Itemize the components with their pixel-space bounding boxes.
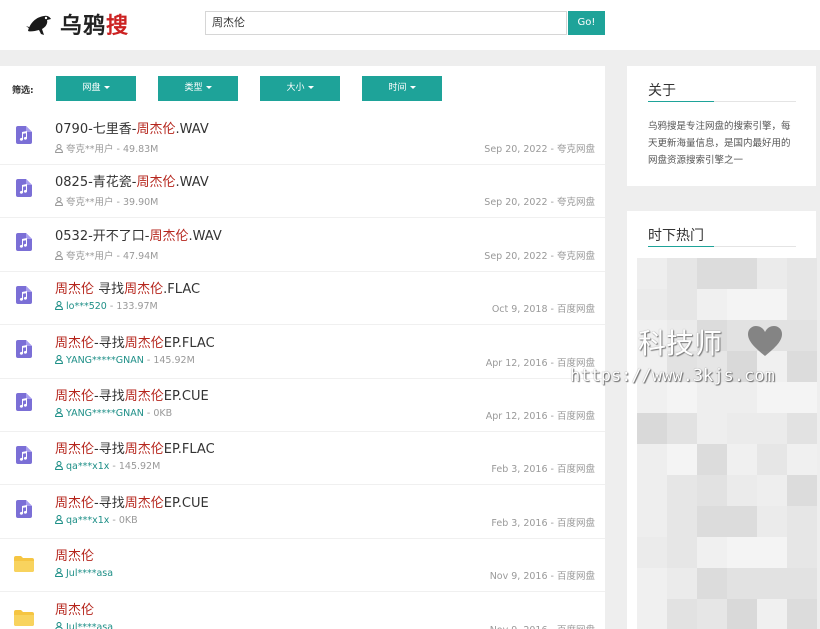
result-title-link[interactable]: 0532-开不了口-周杰伦.WAV: [55, 225, 222, 244]
result-title-link[interactable]: 0825-青花瓷-周杰伦.WAV: [55, 171, 209, 190]
uploader-name: 夸克**用户: [66, 250, 114, 262]
result-meta: 夸克**用户 - 49.83M: [55, 141, 158, 155]
hot-title: 时下热门: [648, 228, 704, 244]
result-row[interactable]: 周杰伦-寻找周杰伦EP.FLAC YANG*****GNAN - 145.92M A…: [0, 326, 605, 379]
music-file-icon: [16, 446, 32, 465]
uploader-name: Jul****asa: [66, 621, 114, 629]
file-size: 49.83M: [122, 144, 159, 155]
filter-size-button[interactable]: 大小: [260, 76, 340, 101]
crow-logo-icon: [26, 15, 51, 36]
result-row[interactable]: 周杰伦 Jul****asa Nov 9, 2016 - 百度网盘: [0, 593, 605, 629]
result-title-link[interactable]: 周杰伦 寻找周杰伦.FLAC: [55, 278, 200, 297]
result-row[interactable]: 周杰伦-寻找周杰伦EP.FLAC qa***x1x - 145.92M Feb 3,…: [0, 432, 605, 486]
result-meta: lo***520 - 133.97M: [55, 301, 158, 312]
filter-type-button[interactable]: 类型: [158, 76, 238, 101]
result-row[interactable]: 0825-青花瓷-周杰伦.WAV 夸克**用户 - 39.90M Sep 20, 2…: [0, 165, 605, 219]
filter-time-button[interactable]: 时间: [362, 76, 442, 101]
result-date: Apr 12, 2016 - 百度网盘: [485, 411, 595, 422]
site-logo[interactable]: 乌鸦搜: [24, 8, 129, 40]
result-title-link[interactable]: 0790-七里香-周杰伦.WAV: [55, 118, 209, 137]
caret-down-icon: [103, 86, 110, 89]
result-row[interactable]: 周杰伦-寻找周杰伦EP.CUE YANG*****GNAN - 0KB Apr 12…: [0, 379, 605, 432]
file-size: 0KB: [153, 408, 173, 419]
caret-down-icon: [409, 86, 416, 89]
file-size: 47.94M: [122, 250, 159, 262]
divider: [648, 101, 796, 102]
filter-netdisk-button[interactable]: 网盘: [56, 76, 136, 101]
file-size: 145.92M: [153, 354, 195, 366]
result-title-link[interactable]: 周杰伦-寻找周杰伦EP.FLAC: [55, 438, 215, 457]
result-row[interactable]: 0532-开不了口-周杰伦.WAV 夸克**用户 - 47.94M Sep 20, …: [0, 219, 605, 272]
result-date: Nov 9, 2016 - 百度网盘: [490, 622, 595, 629]
watermark-text: 科技师: [638, 327, 723, 360]
divider: [648, 246, 796, 247]
music-file-icon: [16, 232, 32, 251]
result-meta: 夸克**用户 - 39.90M: [55, 194, 158, 208]
caret-down-icon: [307, 86, 314, 89]
uploader-name: lo***520: [66, 301, 107, 313]
uploader-name: 夸克**用户: [66, 144, 114, 155]
music-file-icon: [16, 126, 32, 144]
result-row[interactable]: 周杰伦-寻找周杰伦EP.CUE qa***x1x - 0KB Feb 3, 2016…: [0, 486, 605, 539]
logo-text: 乌鸦搜: [60, 14, 130, 39]
result-date: Sep 20, 2022 - 夸克网盘: [484, 144, 595, 155]
sidebar-hot: 时下热门: [627, 211, 817, 629]
music-file-icon: [16, 286, 32, 305]
result-meta: YANG*****GNAN - 0KB: [55, 408, 172, 419]
sidebar-about: 关于 乌鸦搜是专注网盘的搜索引擎，每天更新海量信息，是国内最好用的网盘资源搜索引…: [627, 66, 816, 186]
uploader-name: YANG*****GNAN: [66, 354, 144, 366]
result-row[interactable]: 周杰伦 寻找周杰伦.FLAC lo***520 - 133.97M Oct 9, 2…: [0, 272, 605, 326]
about-text: 乌鸦搜是专注网盘的搜索引擎，每天更新海量信息，是国内最好用的网盘资源搜索引擎之一: [648, 121, 791, 166]
file-size: 39.90M: [122, 197, 159, 209]
result-date: Nov 9, 2016 - 百度网盘: [489, 571, 595, 583]
result-date: Sep 20, 2022 - 夸克网盘: [484, 250, 595, 262]
file-size: 145.92M: [118, 461, 161, 473]
blurred-hot-list: [637, 258, 817, 629]
result-date: Feb 3, 2016 - 百度网盘: [491, 517, 595, 529]
uploader-name: 夸克**用户: [66, 197, 114, 209]
result-meta: qa***x1x - 0KB: [55, 514, 138, 526]
result-title-link[interactable]: 周杰伦-寻找周杰伦EP.CUE: [55, 385, 209, 404]
filter-bar: 筛选: 网盘 类型 大小 时间: [0, 66, 605, 112]
music-file-icon: [16, 179, 32, 198]
result-title-link[interactable]: 周杰伦-寻找周杰伦EP.CUE: [55, 492, 209, 511]
result-meta: YANG*****GNAN - 145.92M: [55, 354, 195, 366]
folder-icon: [14, 609, 34, 628]
music-file-icon: [16, 339, 32, 358]
result-title-link[interactable]: 周杰伦: [55, 599, 94, 618]
about-title: 关于: [648, 83, 676, 99]
result-meta: Jul****asa: [55, 568, 113, 579]
result-row[interactable]: 周杰伦 Jul****asa Nov 9, 2016 - 百度网盘: [0, 539, 605, 593]
watermark-url: https://www.3kjs.com: [570, 366, 775, 386]
result-meta: 夸克**用户 - 47.94M: [55, 248, 158, 262]
uploader-name: qa***x1x: [66, 461, 110, 473]
search-input[interactable]: 周杰伦: [205, 11, 567, 35]
result-date: Feb 3, 2016 - 百度网盘: [491, 464, 595, 476]
music-file-icon: [16, 499, 32, 518]
result-date: Oct 9, 2018 - 百度网盘: [491, 304, 595, 316]
header: 乌鸦搜 周杰伦 Go!: [0, 0, 820, 50]
folder-icon: [14, 556, 34, 574]
search-button[interactable]: Go!: [568, 11, 605, 35]
uploader-name: qa***x1x: [66, 514, 110, 526]
result-meta: qa***x1x - 145.92M: [55, 461, 160, 472]
uploader-name: YANG*****GNAN: [66, 408, 144, 419]
results-panel: 筛选: 网盘 类型 大小 时间 0790-七里香-周杰伦.WAV 夸克**用户 -…: [0, 66, 605, 629]
result-date: Sep 20, 2022 - 夸克网盘: [484, 197, 595, 209]
result-title-link[interactable]: 周杰伦: [55, 545, 94, 564]
result-title-link[interactable]: 周杰伦-寻找周杰伦EP.FLAC: [55, 332, 215, 351]
file-size: 133.97M: [116, 301, 158, 313]
caret-down-icon: [205, 86, 212, 89]
file-size: 0KB: [118, 514, 138, 526]
uploader-name: Jul****asa: [66, 568, 114, 580]
result-row[interactable]: 0790-七里香-周杰伦.WAV 夸克**用户 - 49.83M Sep 20, 2…: [0, 112, 605, 165]
heart-icon: [748, 326, 782, 356]
music-file-icon: [16, 393, 32, 411]
result-meta: Jul****asa: [55, 621, 114, 629]
filter-label: 筛选:: [12, 86, 34, 96]
